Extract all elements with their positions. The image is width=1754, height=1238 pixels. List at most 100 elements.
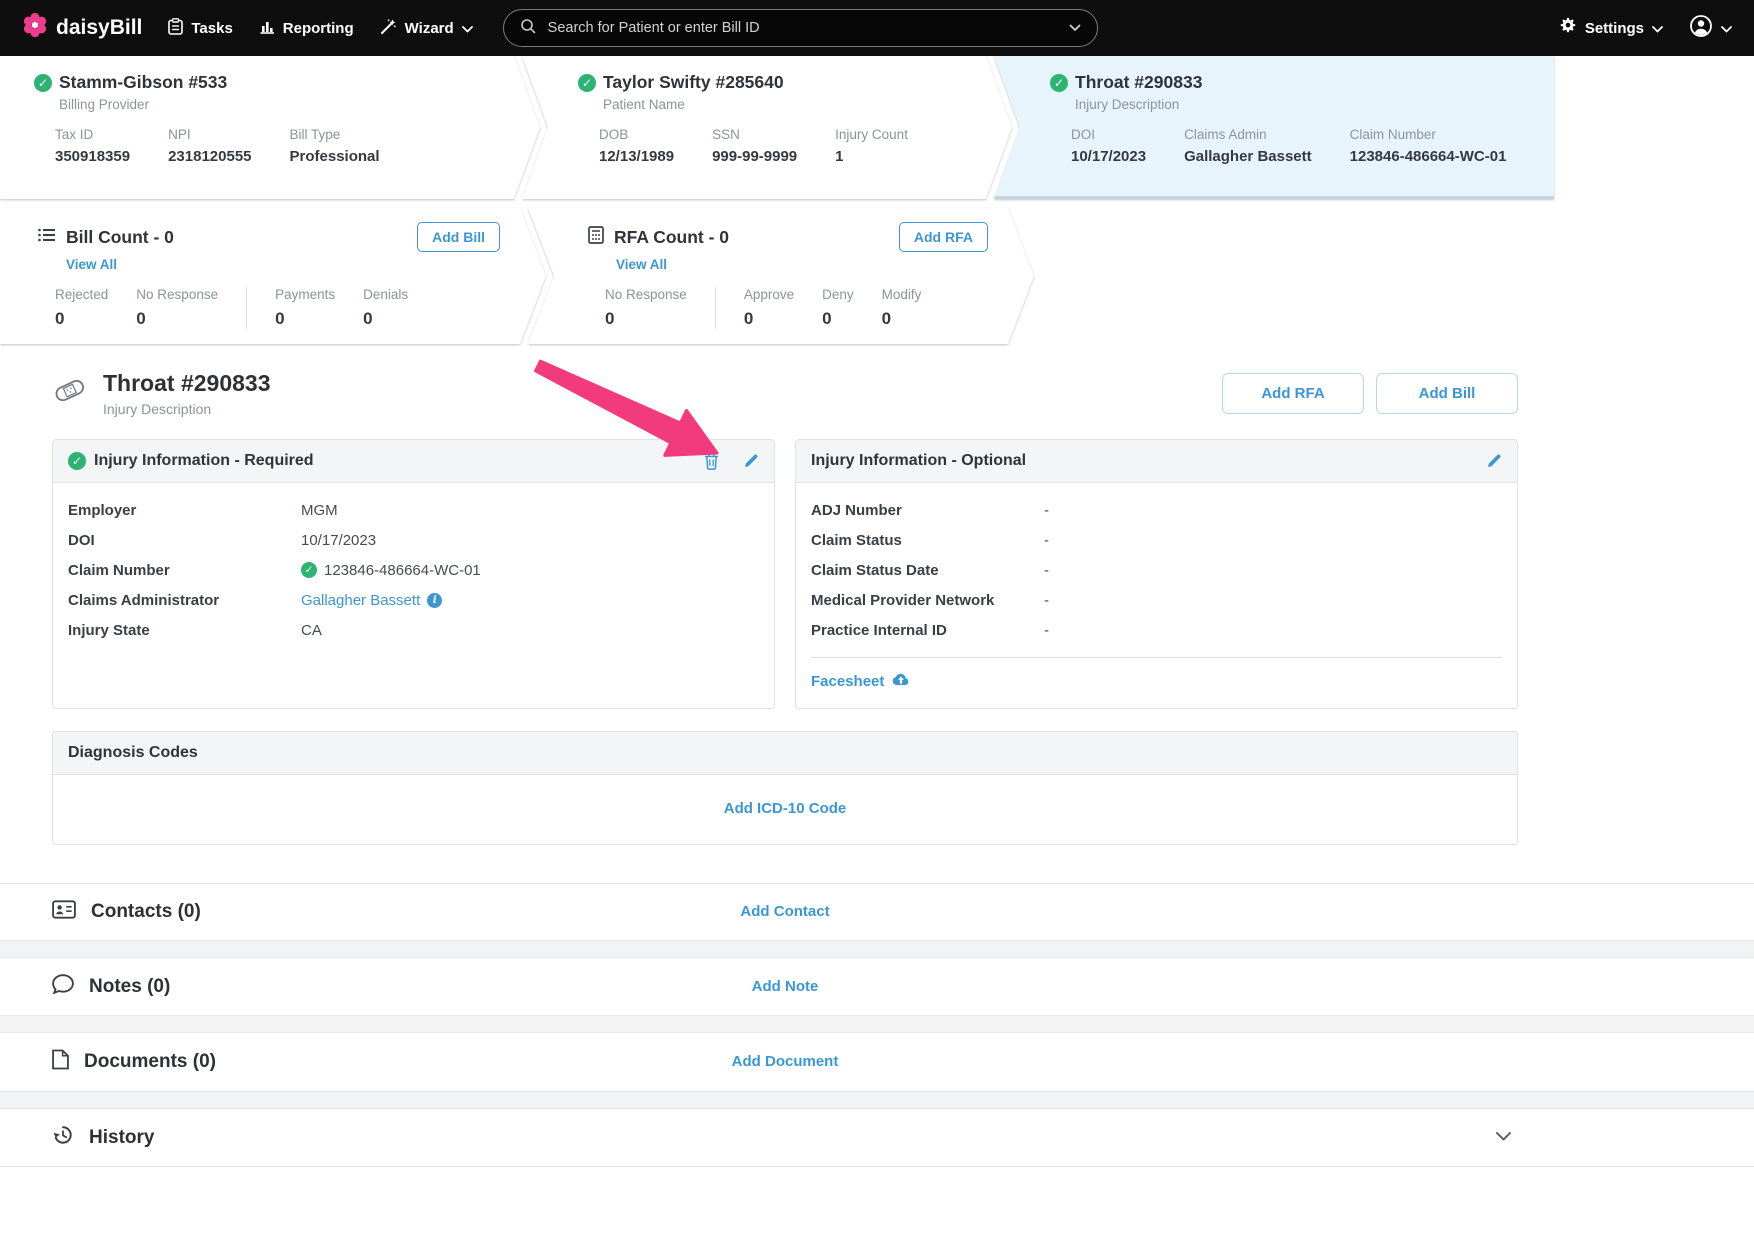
stat-label: No Response xyxy=(136,287,218,302)
diagnosis-panel-title: Diagnosis Codes xyxy=(68,744,198,762)
billing-provider-subtitle: Billing Provider xyxy=(59,97,524,112)
add-icd10-code-link[interactable]: Add ICD-10 Code xyxy=(724,800,847,817)
nav-reporting[interactable]: Reporting xyxy=(259,18,354,38)
history-title: History xyxy=(89,1127,154,1149)
billing-provider-title: Stamm-Gibson #533 xyxy=(59,72,227,93)
nav-tasks[interactable]: Tasks xyxy=(168,18,232,39)
field-label: Claims Admin xyxy=(1184,127,1312,142)
info-value: - xyxy=(1044,622,1049,639)
vertical-divider xyxy=(246,287,247,329)
chevron-down-icon xyxy=(1652,20,1663,37)
stat-value: 0 xyxy=(363,309,408,329)
required-panel-title: Injury Information - Required xyxy=(94,452,314,470)
facesheet-link[interactable]: Facesheet xyxy=(811,673,884,690)
history-expand-chevron-icon[interactable] xyxy=(1495,1129,1512,1146)
add-rfa-button-large[interactable]: Add RFA xyxy=(1222,373,1364,414)
breadcrumb: Stamm-Gibson #533 Billing Provider Tax I… xyxy=(0,56,1754,199)
info-label: Employer xyxy=(68,502,301,519)
info-value: - xyxy=(1044,592,1049,609)
info-icon[interactable] xyxy=(427,593,442,608)
page-title: Throat #290833 xyxy=(103,370,270,397)
field-label: DOI xyxy=(1071,127,1146,142)
divider xyxy=(811,657,1502,658)
rfa-count-title: RFA Count - 0 xyxy=(614,227,729,248)
add-bill-button[interactable]: Add Bill xyxy=(417,222,500,252)
view-all-bills-link[interactable]: View All xyxy=(66,257,117,272)
edit-pencil-icon[interactable] xyxy=(1486,453,1502,469)
field-value: 12/13/1989 xyxy=(599,148,674,165)
stat-label: Modify xyxy=(882,287,922,302)
add-bill-button-large[interactable]: Add Bill xyxy=(1376,373,1518,414)
add-contact-link[interactable]: Add Contact xyxy=(740,903,829,920)
add-rfa-button[interactable]: Add RFA xyxy=(899,222,988,252)
stat-value: 0 xyxy=(275,309,335,329)
check-circle-icon xyxy=(1050,74,1068,92)
check-circle-icon xyxy=(301,562,317,578)
patient-title: Taylor Swifty #285640 xyxy=(603,72,784,93)
wizard-wand-icon xyxy=(380,18,397,39)
history-section[interactable]: History xyxy=(0,1108,1754,1167)
field-value: Professional xyxy=(290,148,380,165)
view-all-rfas-link[interactable]: View All xyxy=(616,257,667,272)
patient-card[interactable]: Taylor Swifty #285640 Patient Name DOB12… xyxy=(522,56,1012,199)
injury-subtitle: Injury Description xyxy=(1075,97,1538,112)
search-bar[interactable] xyxy=(503,9,1098,47)
notes-section: Notes (0) Add Note xyxy=(0,957,1754,1016)
field-label: NPI xyxy=(168,127,251,142)
info-label: Claim Status Date xyxy=(811,562,1044,579)
stat-label: Denials xyxy=(363,287,408,302)
info-label: Medical Provider Network xyxy=(811,592,1044,609)
search-icon xyxy=(520,18,536,39)
check-circle-icon xyxy=(34,74,52,92)
billing-provider-card[interactable]: Stamm-Gibson #533 Billing Provider Tax I… xyxy=(0,56,540,199)
info-value: - xyxy=(1044,502,1049,519)
check-circle-icon xyxy=(578,74,596,92)
stat-value: 0 xyxy=(605,309,687,329)
stat-label: Approve xyxy=(744,287,794,302)
account-menu[interactable] xyxy=(1689,14,1732,42)
contacts-section: Contacts (0) Add Contact xyxy=(0,883,1754,941)
check-circle-icon xyxy=(68,452,86,470)
add-document-link[interactable]: Add Document xyxy=(732,1053,839,1070)
daisy-flower-icon xyxy=(22,12,48,44)
nav-wizard-label: Wizard xyxy=(405,20,454,37)
contacts-title: Contacts (0) xyxy=(91,901,201,923)
info-label: Claim Number xyxy=(68,562,301,579)
injury-title: Throat #290833 xyxy=(1075,72,1202,93)
field-value: 999-99-9999 xyxy=(712,148,797,165)
rfa-form-icon xyxy=(588,226,604,249)
nav-reporting-label: Reporting xyxy=(283,20,354,37)
info-value: - xyxy=(1044,562,1049,579)
trash-icon[interactable] xyxy=(704,453,719,470)
section-separator xyxy=(0,1092,1754,1108)
injury-info-optional-panel: Injury Information - Optional ADJ Number… xyxy=(795,439,1518,709)
search-input[interactable] xyxy=(546,19,1059,37)
claims-administrator-link[interactable]: Gallagher Bassett xyxy=(301,592,420,609)
field-label: SSN xyxy=(712,127,797,142)
info-value: MGM xyxy=(301,502,338,519)
field-value: 350918359 xyxy=(55,148,130,165)
stat-value: 0 xyxy=(882,309,922,329)
optional-panel-title: Injury Information - Optional xyxy=(811,452,1026,470)
bill-list-icon xyxy=(38,228,56,247)
diagnosis-codes-panel: Diagnosis Codes Add ICD-10 Code xyxy=(52,731,1518,845)
nav-settings[interactable]: Settings xyxy=(1559,17,1663,39)
search-dropdown-chevron-icon[interactable] xyxy=(1069,19,1081,37)
nav-settings-label: Settings xyxy=(1585,20,1644,37)
documents-section: Documents (0) Add Document xyxy=(0,1032,1754,1092)
info-label: DOI xyxy=(68,532,301,549)
vertical-divider xyxy=(715,287,716,329)
info-value: CA xyxy=(301,622,322,639)
field-label: Claim Number xyxy=(1350,127,1507,142)
info-label: Claims Administrator xyxy=(68,592,301,609)
info-value: - xyxy=(1044,532,1049,549)
daisybill-logo[interactable]: daisyBill xyxy=(22,12,142,44)
chevron-down-icon xyxy=(1721,20,1732,37)
stat-label: Deny xyxy=(822,287,854,302)
add-note-link[interactable]: Add Note xyxy=(752,978,819,995)
field-value: 1 xyxy=(835,148,908,165)
edit-pencil-icon[interactable] xyxy=(743,453,759,469)
nav-wizard[interactable]: Wizard xyxy=(380,18,473,39)
injury-card-selected[interactable]: Throat #290833 Injury Description DOI10/… xyxy=(994,56,1554,199)
cloud-upload-icon[interactable] xyxy=(892,672,910,690)
